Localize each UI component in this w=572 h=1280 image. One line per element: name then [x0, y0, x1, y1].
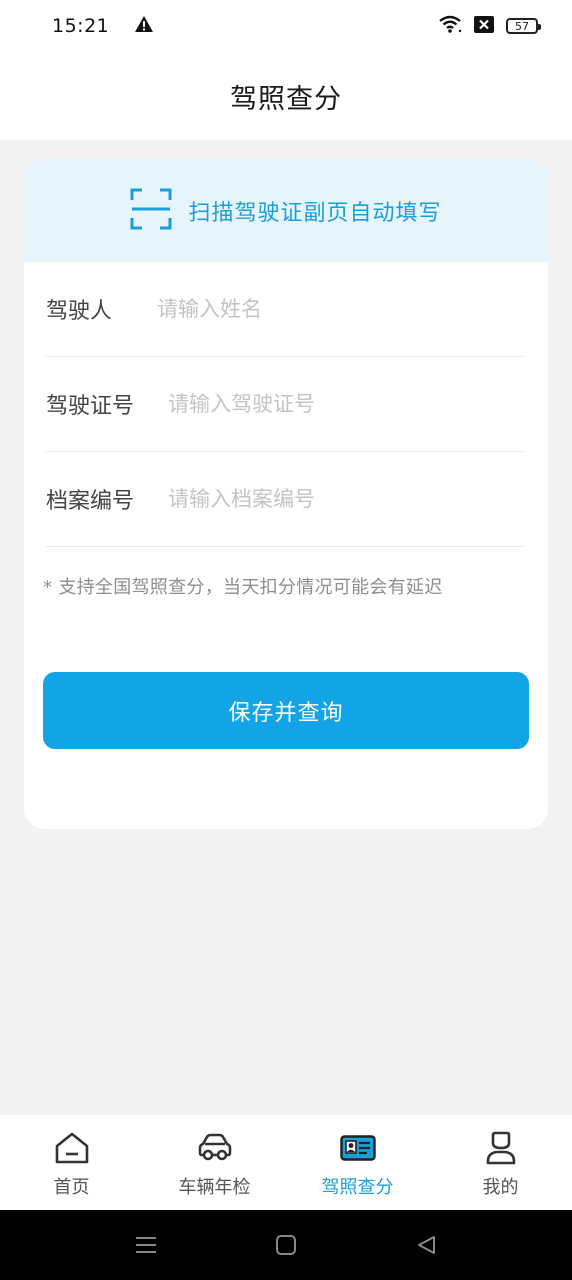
scan-label: 扫描驾驶证副页自动填写	[188, 200, 442, 226]
tab-label: 驾照查分	[321, 1177, 394, 1198]
car-icon	[196, 1129, 234, 1167]
profile-icon	[482, 1129, 520, 1167]
home-icon	[53, 1129, 91, 1167]
tab-home[interactable]: 首页	[0, 1115, 143, 1210]
file-number-row: 档案编号	[46, 452, 524, 547]
license-label: 驾驶证号	[46, 394, 135, 419]
tab-bar: 首页 车辆年检 驾照查分 我的	[0, 1115, 572, 1210]
tab-license-score[interactable]: 驾照查分	[286, 1115, 429, 1210]
sim-off-icon	[474, 15, 494, 37]
wifi-icon	[438, 15, 462, 37]
page-title: 驾照查分	[230, 83, 342, 115]
driver-name-input[interactable]	[157, 297, 524, 321]
license-row: 驾驶证号	[46, 357, 524, 452]
status-bar: 15:21 57	[0, 0, 572, 52]
license-card-icon	[339, 1129, 377, 1167]
driver-row: 驾驶人	[46, 262, 524, 357]
battery-icon: 57	[506, 18, 541, 34]
scan-icon	[130, 188, 172, 234]
header: 驾照查分	[0, 52, 572, 140]
file-number-label: 档案编号	[46, 489, 135, 514]
system-nav-bar	[0, 1210, 572, 1280]
scan-license-button[interactable]: 扫描驾驶证副页自动填写	[24, 159, 548, 262]
file-number-input[interactable]	[168, 487, 524, 511]
tab-mine[interactable]: 我的	[429, 1115, 572, 1210]
save-and-query-button[interactable]: 保存并查询	[43, 672, 529, 749]
warning-icon	[135, 16, 154, 36]
status-time: 15:21	[52, 15, 110, 37]
home-square-icon[interactable]	[273, 1232, 299, 1258]
back-icon[interactable]	[413, 1232, 439, 1258]
tab-label: 车辆年检	[178, 1177, 251, 1198]
driver-label: 驾驶人	[46, 299, 113, 324]
tab-label: 首页	[53, 1177, 90, 1198]
hint-text: * 支持全国驾照查分，当天扣分情况可能会有延迟	[43, 577, 443, 598]
tab-vehicle-inspection[interactable]: 车辆年检	[143, 1115, 286, 1210]
tab-label: 我的	[482, 1177, 519, 1198]
query-card: 扫描驾驶证副页自动填写 驾驶人 驾驶证号 档案编号 * 支持全国驾照查分，当天扣…	[24, 159, 548, 829]
menu-icon[interactable]	[133, 1232, 159, 1258]
license-number-input[interactable]	[168, 392, 524, 416]
